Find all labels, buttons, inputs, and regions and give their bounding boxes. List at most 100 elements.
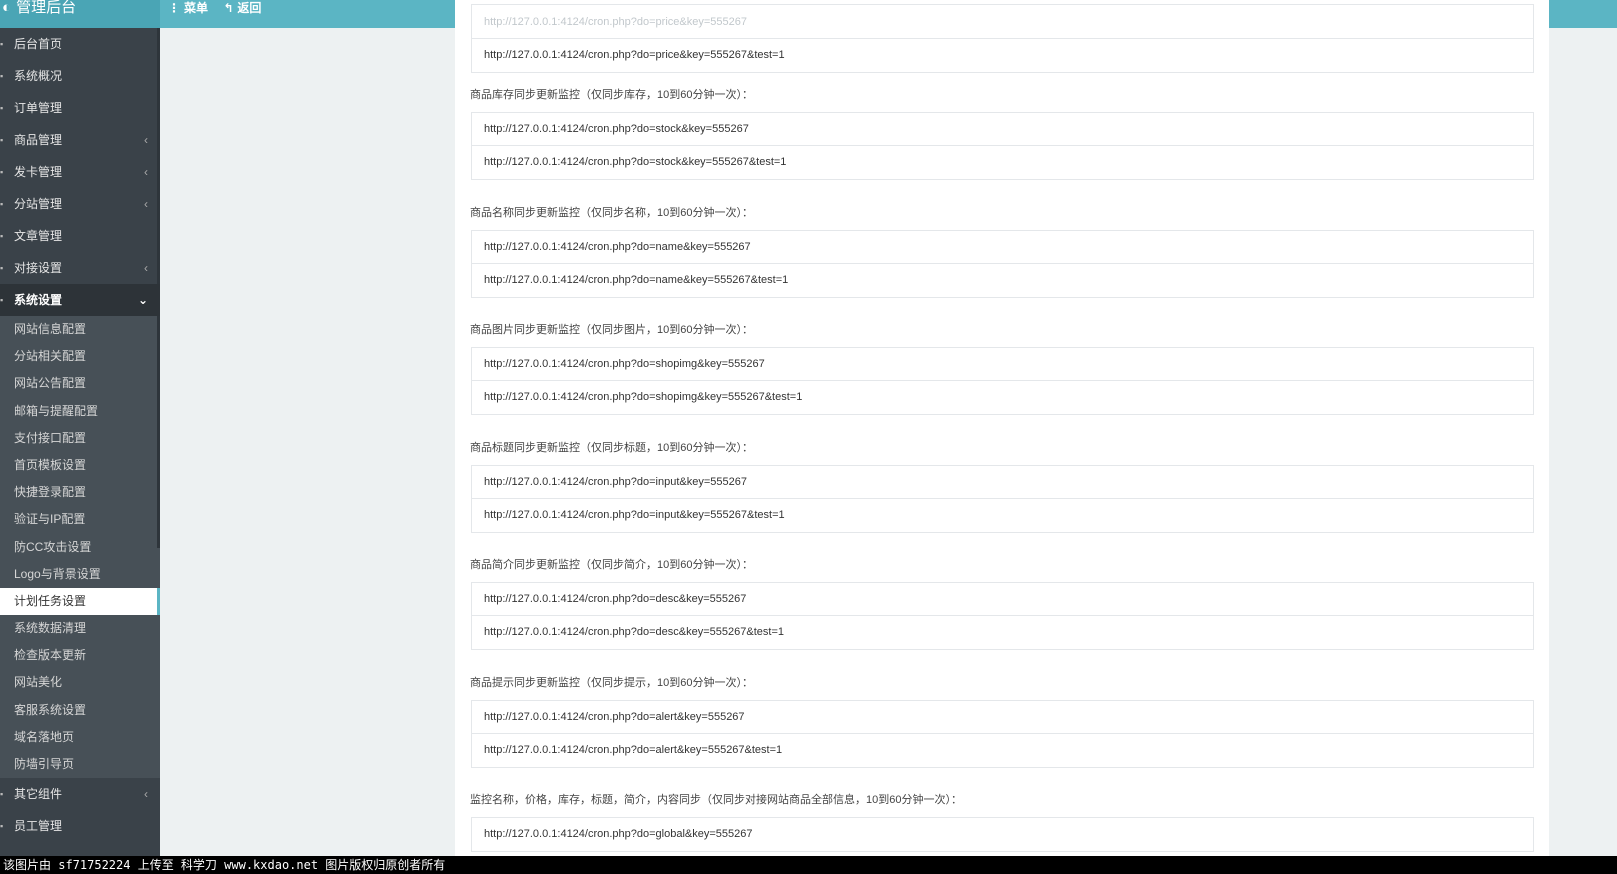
chevron-left-icon: ‹ bbox=[144, 197, 148, 211]
sidebar-item-label: 系统概况 bbox=[14, 69, 63, 83]
section-label-6: 监控名称，价格，库存，标题，简介，内容同步（仅同步对接网站商品全部信息，10到6… bbox=[470, 794, 962, 806]
menu-bullet-icon: ▪ bbox=[0, 71, 4, 81]
submenu-item-5[interactable]: 首页模板设置 bbox=[0, 452, 160, 479]
brand[interactable]: ◐ 管理后台 bbox=[0, 0, 160, 28]
sidebar-item-label: 商品管理 bbox=[14, 133, 63, 147]
url-group-price: http://127.0.0.1:4124/cron.php?do=price&… bbox=[471, 4, 1534, 73]
sidebar-item-3[interactable]: ▪ 商品管理 ‹ bbox=[0, 124, 160, 156]
submenu-item-11[interactable]: 系统数据清理 bbox=[0, 615, 160, 642]
url-row[interactable]: http://127.0.0.1:4124/cron.php?do=input&… bbox=[472, 499, 1533, 532]
menu-bullet-icon: ▪ bbox=[0, 135, 4, 145]
menu-bullet-icon: ▪ bbox=[0, 263, 4, 273]
system-settings-submenu: 网站信息配置 分站相关配置 网站公告配置 邮箱与提醒配置 支付接口配置 首页模板设置 快捷登… bbox=[0, 316, 160, 779]
sidebar-item-7[interactable]: ▪ 对接设置 ‹ bbox=[0, 252, 160, 284]
sidebar: ▪ 后台首页 ▪ 系统概况 ▪ 订单管理 ▪ 商品管理 ‹ ▪ 发卡管理 ‹ ▪ 分站管理 ‹ ▪ 文章管理 ▪ 对… bbox=[0, 28, 160, 856]
url-row[interactable]: http://127.0.0.1:4124/cron.php?do=price&… bbox=[472, 5, 1533, 39]
menu-bullet-icon: ▪ bbox=[0, 199, 4, 209]
menu-bullet-icon: ▪ bbox=[0, 231, 4, 241]
sidebar-item-label: 订单管理 bbox=[14, 101, 63, 115]
url-row[interactable]: http://127.0.0.1:4124/cron.php?do=global… bbox=[472, 818, 1533, 851]
menu-bullet-icon: ▪ bbox=[0, 167, 4, 177]
url-row[interactable]: http://127.0.0.1:4124/cron.php?do=price&… bbox=[472, 39, 1533, 72]
url-row[interactable]: http://127.0.0.1:4124/cron.php?do=desc&k… bbox=[472, 616, 1533, 649]
sidebar-item-0[interactable]: ▪ 后台首页 bbox=[0, 28, 160, 60]
url-row[interactable]: http://127.0.0.1:4124/cron.php?do=name&k… bbox=[472, 231, 1533, 264]
url-row[interactable]: http://127.0.0.1:4124/cron.php?do=alert&… bbox=[472, 701, 1533, 734]
sidebar-item-label: 后台首页 bbox=[14, 37, 63, 51]
section-label-5: 商品提示同步更新监控（仅同步提示，10到60分钟一次）： bbox=[470, 676, 753, 689]
submenu-item-12[interactable]: 检查版本更新 bbox=[0, 642, 160, 669]
chevron-left-icon: ‹ bbox=[144, 133, 148, 147]
url-group-4: http://127.0.0.1:4124/cron.php?do=desc&k… bbox=[471, 582, 1534, 650]
main-content: http://127.0.0.1:4124/cron.php?do=price&… bbox=[455, 0, 1549, 856]
chevron-left-icon: ‹ bbox=[144, 787, 148, 802]
submenu-item-8[interactable]: 防CC攻击设置 bbox=[0, 534, 160, 561]
submenu-item-16[interactable]: 防墙引导页 bbox=[0, 751, 160, 778]
url-group-1: http://127.0.0.1:4124/cron.php?do=name&k… bbox=[471, 229, 1534, 298]
menu-bullet-icon: ▪ bbox=[0, 789, 4, 800]
url-row[interactable]: http://127.0.0.1:4124/cron.php?do=shopim… bbox=[472, 348, 1533, 381]
menu-label: 菜单 bbox=[184, 1, 209, 15]
top-actions: ⋮ 菜单 ↰ 返回 bbox=[168, 0, 273, 16]
sidebar-item-label: 对接设置 bbox=[14, 261, 63, 275]
back-label: 返回 bbox=[237, 1, 262, 15]
section-label-1: 商品名称同步更新监控（仅同步名称，10到60分钟一次）： bbox=[470, 206, 753, 219]
sidebar-item-5[interactable]: ▪ 分站管理 ‹ bbox=[0, 188, 160, 220]
url-group-0: http://127.0.0.1:4124/cron.php?do=stock&… bbox=[471, 112, 1534, 180]
sidebar-item-1[interactable]: ▪ 系统概况 bbox=[0, 60, 160, 92]
submenu-item-4[interactable]: 支付接口配置 bbox=[0, 425, 160, 452]
submenu-item-3[interactable]: 邮箱与提醒配置 bbox=[0, 398, 160, 425]
sidebar-item-label: 系统设置 bbox=[14, 293, 63, 307]
chevron-left-icon: ‹ bbox=[144, 261, 148, 275]
sidebar-item-label: 发卡管理 bbox=[14, 165, 63, 179]
url-row[interactable]: http://127.0.0.1:4124/cron.php?do=name&k… bbox=[472, 264, 1533, 297]
section-label-3: 商品标题同步更新监控（仅同步标题，10到60分钟一次）： bbox=[470, 441, 753, 454]
sidebar-item-2[interactable]: ▪ 订单管理 bbox=[0, 92, 160, 124]
url-group-3: http://127.0.0.1:4124/cron.php?do=input&… bbox=[471, 464, 1534, 533]
section-label-4: 商品简介同步更新监控（仅同步简介，10到60分钟一次）： bbox=[470, 559, 753, 571]
sidebar-item-6[interactable]: ▪ 文章管理 bbox=[0, 220, 160, 252]
menu-bullet-icon: ▪ bbox=[0, 39, 4, 49]
section-label-2: 商品图片同步更新监控（仅同步图片，10到60分钟一次）： bbox=[470, 324, 753, 336]
submenu-item-7[interactable]: 验证与IP配置 bbox=[0, 506, 160, 533]
submenu-item-13[interactable]: 网站美化 bbox=[0, 669, 160, 696]
chevron-left-icon: ‹ bbox=[144, 165, 148, 179]
menu-toggle-button[interactable]: ⋮ 菜单 bbox=[168, 0, 208, 16]
url-row[interactable]: http://127.0.0.1:4124/cron.php?do=stock&… bbox=[472, 146, 1533, 179]
url-row[interactable]: http://127.0.0.1:4124/cron.php?do=stock&… bbox=[472, 113, 1533, 146]
url-group-2: http://127.0.0.1:4124/cron.php?do=shopim… bbox=[471, 347, 1534, 415]
vertical-dots-icon: ⋮ bbox=[168, 1, 180, 15]
submenu-item-15[interactable]: 域名落地页 bbox=[0, 724, 160, 751]
watermark-bar: 该图片由 sf71752224 上传至 科学刀 www.kxdao.net 图片… bbox=[0, 856, 1617, 874]
submenu-item-1[interactable]: 分站相关配置 bbox=[0, 343, 160, 370]
url-row[interactable]: http://127.0.0.1:4124/cron.php?do=alert&… bbox=[472, 734, 1533, 767]
chevron-down-icon: ⌄ bbox=[137, 293, 148, 307]
submenu-item-10[interactable]: 计划任务设置 bbox=[0, 587, 160, 616]
submenu-item-0[interactable]: 网站信息配置 bbox=[0, 316, 160, 343]
url-group-6: http://127.0.0.1:4124/cron.php?do=global… bbox=[471, 817, 1534, 852]
sidebar-item-label: 员工管理 bbox=[14, 819, 63, 834]
sidebar-bottom-item-1[interactable]: ▪ 员工管理 bbox=[0, 810, 160, 842]
sidebar-item-label: 分站管理 bbox=[14, 197, 63, 211]
sidebar-item-label: 其它组件 bbox=[14, 787, 63, 802]
url-group-5: http://127.0.0.1:4124/cron.php?do=alert&… bbox=[471, 699, 1534, 768]
sidebar-item-label: 文章管理 bbox=[14, 229, 63, 243]
submenu-item-9[interactable]: Logo与背景设置 bbox=[0, 561, 160, 588]
url-row[interactable]: http://127.0.0.1:4124/cron.php?do=desc&k… bbox=[472, 583, 1533, 616]
brand-icon: ◐ bbox=[2, 0, 12, 16]
brand-title: 管理后台 bbox=[16, 0, 77, 16]
url-row[interactable]: http://127.0.0.1:4124/cron.php?do=input&… bbox=[472, 466, 1533, 499]
menu-bullet-icon: ▪ bbox=[0, 295, 4, 305]
back-button[interactable]: ↰ 返回 bbox=[223, 0, 261, 16]
sidebar-bottom-item-0[interactable]: ▪ 其它组件 ‹ bbox=[0, 778, 160, 810]
submenu-item-2[interactable]: 网站公告配置 bbox=[0, 370, 160, 397]
sidebar-item-8[interactable]: ▪ 系统设置 ⌄ bbox=[0, 284, 160, 316]
menu-bullet-icon: ▪ bbox=[0, 103, 4, 113]
reply-arrow-icon: ↰ bbox=[223, 1, 234, 15]
submenu-item-6[interactable]: 快捷登录配置 bbox=[0, 479, 160, 506]
submenu-item-14[interactable]: 客服系统设置 bbox=[0, 697, 160, 724]
section-label-0: 商品库存同步更新监控（仅同步库存，10到60分钟一次）： bbox=[470, 89, 753, 101]
menu-bullet-icon: ▪ bbox=[0, 821, 4, 832]
url-row[interactable]: http://127.0.0.1:4124/cron.php?do=shopim… bbox=[472, 381, 1533, 414]
sidebar-item-4[interactable]: ▪ 发卡管理 ‹ bbox=[0, 156, 160, 188]
